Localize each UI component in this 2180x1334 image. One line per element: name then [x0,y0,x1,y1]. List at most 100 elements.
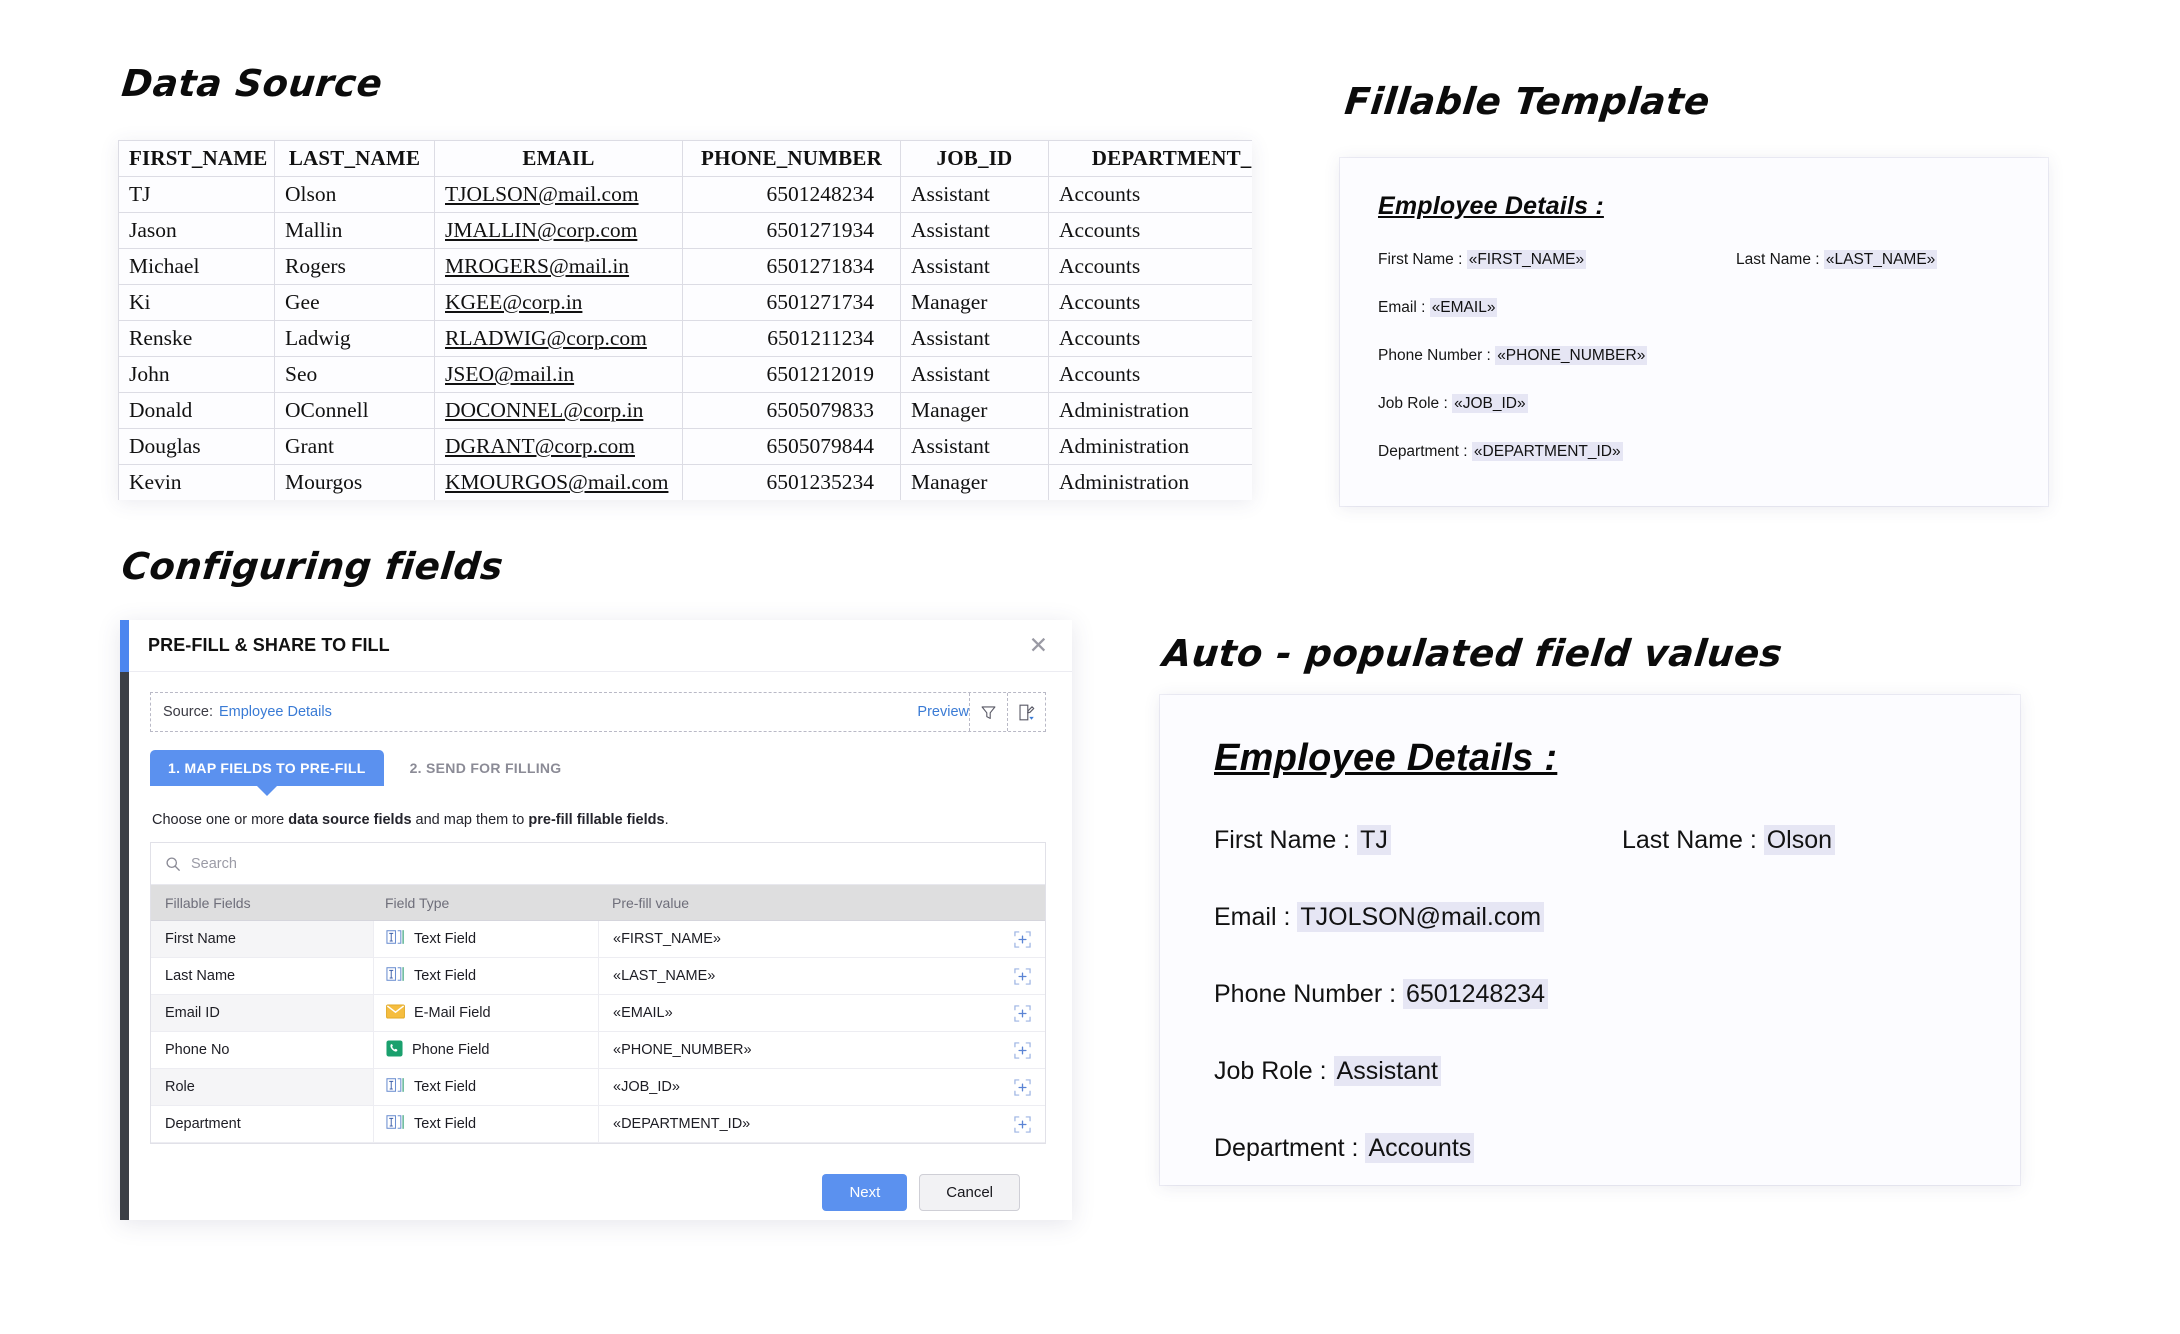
tab-send-for-filling[interactable]: 2. SEND FOR FILLING [384,750,580,786]
dialog-accent-bar-dark [120,672,129,1220]
cell-first-name: Michael [118,248,275,285]
fillable-template-heading: Fillable Template [1342,80,1713,123]
auto-field-label: Department : [1214,1134,1366,1162]
template-field-token: «DEPARTMENT_ID» [1471,442,1623,461]
search-row[interactable]: Search [151,843,1045,885]
cell-field-type: Phone Field [373,1032,598,1068]
grid-row[interactable]: Role Text Field «JOB_ID» [151,1069,1045,1106]
insert-field-icon[interactable] [999,930,1045,948]
search-input-placeholder[interactable]: Search [191,856,237,872]
cell-field-type: Text Field [373,921,598,957]
cell-first-name: Donald [118,392,275,429]
auto-field-row: First Name : TJ Last Name : Olson [1214,825,1968,855]
template-field-row: First Name : «FIRST_NAME» Last Name : «LA… [1378,250,2014,269]
insert-field-icon[interactable] [999,1041,1045,1059]
cell-field-type: E-Mail Field [373,995,598,1031]
cell-department-id: Accounts [1048,284,1252,321]
cell-prefill-value: «EMAIL» [598,995,999,1031]
cell-email: DOCONNEL@corp.in [434,392,683,429]
cell-phone-number: 6501212019 [682,356,901,393]
auto-field-label: Job Role : [1214,1057,1334,1085]
cell-phone-number: 6505079833 [682,392,901,429]
cell-last-name: Ladwig [274,320,435,357]
cell-first-name: Douglas [118,428,275,465]
template-field-row: Email : «EMAIL» [1378,298,2014,317]
table-row: Michael Rogers MROGERS@mail.in 6501271834 As… [118,248,1252,285]
cell-field-type: Text Field [373,958,598,994]
source-label: Source: [163,704,213,720]
insert-field-icon[interactable] [999,967,1045,985]
cell-job-id: Assistant [900,428,1049,465]
cancel-button[interactable]: Cancel [919,1174,1020,1211]
cell-field-type: Text Field [373,1106,598,1142]
cell-job-id: Assistant [900,248,1049,285]
template-field-token: «FIRST_NAME» [1466,250,1587,269]
cell-job-id: Manager [900,284,1049,321]
close-icon[interactable]: ✕ [1029,634,1048,657]
field-mapping-grid: Search Fillable Fields Field Type Pre-fi… [150,842,1046,1144]
template-field-label: Last Name : [1736,251,1824,268]
field-type-label: Text Field [414,931,477,947]
auto-field-row: Phone Number : 6501248234 [1214,979,1968,1009]
column-header-first-name: FIRST_NAME [118,140,275,177]
grid-row[interactable]: Department Text Field «DEPARTMENT_ID» [151,1106,1045,1143]
cell-first-name: Jason [118,212,275,249]
cell-last-name: Olson [274,176,435,213]
auto-populated-heading: Auto - populated field values [1160,632,1785,675]
cell-fillable-field: Last Name [165,968,236,984]
cell-first-name: John [118,356,275,393]
insert-field-icon[interactable] [999,1004,1045,1022]
grid-body: First Name Text Field «FIRST_NAME» Last Nam… [151,921,1045,1143]
field-type-label: Text Field [414,1079,477,1095]
column-header-phone-number: PHONE_NUMBER [682,140,901,177]
text-field-icon [386,929,405,949]
edit-source-icon[interactable] [1007,693,1045,731]
cell-fillable-field: Phone No [165,1042,230,1058]
cell-prefill-value: «PHONE_NUMBER» [598,1032,999,1068]
grid-row[interactable]: Email ID E-Mail Field «EMAIL» [151,995,1045,1032]
grid-row[interactable]: Last Name Text Field «LAST_NAME» [151,958,1045,995]
cell-phone-number: 6501211234 [682,320,901,357]
cell-last-name: Seo [274,356,435,393]
cell-job-id: Assistant [900,320,1049,357]
text-field-icon [386,1114,405,1134]
field-type-label: E-Mail Field [414,1005,491,1021]
cell-prefill-value: «LAST_NAME» [598,958,999,994]
grid-row[interactable]: First Name Text Field «FIRST_NAME» [151,921,1045,958]
filter-icon[interactable] [969,693,1007,731]
cell-last-name: Mallin [274,212,435,249]
auto-field-value: TJOLSON@mail.com [1297,902,1545,932]
template-field-token: «PHONE_NUMBER» [1495,346,1648,365]
configuring-fields-heading: Configuring fields [119,545,506,588]
cell-department-id: Administration [1048,392,1252,429]
grid-header-fillable-fields: Fillable Fields [165,894,251,911]
source-value-link[interactable]: Employee Details [219,704,332,720]
table-row: Douglas Grant DGRANT@corp.com 6505079844 Ass… [118,428,1252,465]
table-header-row: FIRST_NAME LAST_NAME EMAIL PHONE_NUMBER … [118,140,1252,177]
grid-row[interactable]: Phone No Phone Field «PHONE_NUMBER» [151,1032,1045,1069]
cell-job-id: Assistant [900,356,1049,393]
table-row: Renske Ladwig RLADWIG@corp.com 6501211234 As… [118,320,1252,357]
dialog-header: PRE-FILL & SHARE TO FILL ✕ [120,620,1072,672]
template-field-label: Phone Number : [1378,347,1496,364]
insert-field-icon[interactable] [999,1115,1045,1133]
text-field-icon [386,1077,405,1097]
data-source-table: FIRST_NAME LAST_NAME EMAIL PHONE_NUMBER … [118,140,1252,500]
insert-field-icon[interactable] [999,1078,1045,1096]
next-button[interactable]: Next [822,1174,908,1211]
cell-prefill-value: «JOB_ID» [598,1069,999,1105]
auto-field-label: Phone Number : [1214,980,1403,1008]
preview-link[interactable]: Preview [917,704,969,720]
fillable-template-panel: Employee Details : First Name : «FIRST_N… [1340,158,2048,506]
template-field-row: Department : «DEPARTMENT_ID» [1378,442,2014,461]
auto-field-row: Department : Accounts [1214,1133,1968,1163]
auto-field-label: Last Name : [1622,826,1764,854]
cell-phone-number: 6505079844 [682,428,901,465]
cell-last-name: OConnell [274,392,435,429]
cell-phone-number: 6501248234 [682,176,901,213]
tab-map-fields-to-prefill[interactable]: 1. MAP FIELDS TO PRE-FILL [150,750,384,796]
cell-department-id: Administration [1048,428,1252,465]
grid-header-field-type: Field Type [385,894,450,911]
cell-email: KGEE@corp.in [434,284,683,321]
data-source-heading: Data Source [119,62,385,105]
